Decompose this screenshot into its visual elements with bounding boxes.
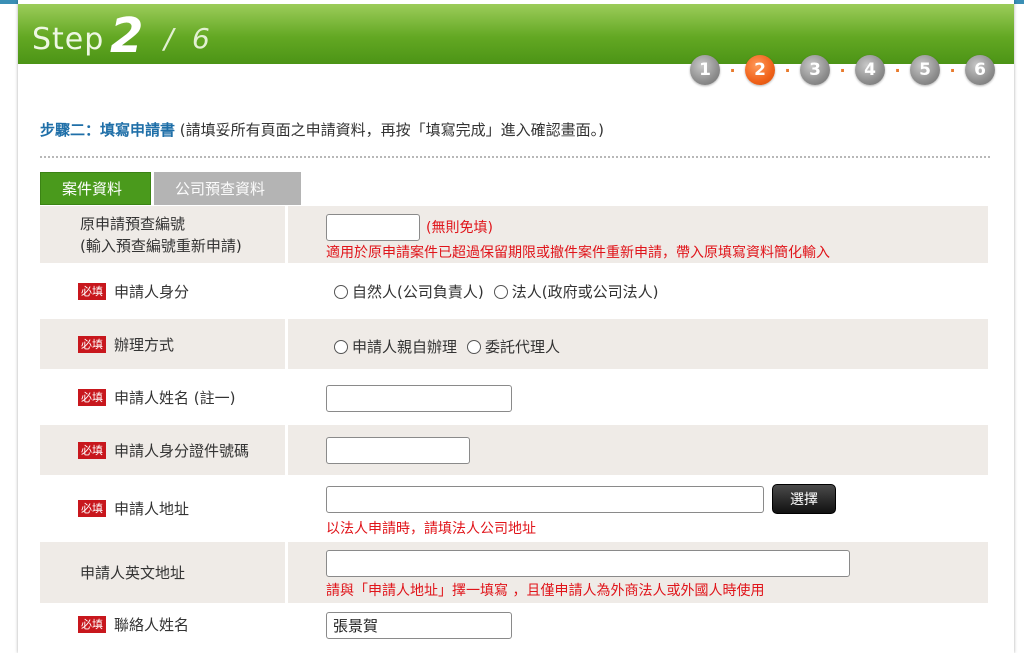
step-separator: ·: [894, 60, 901, 80]
prev-app-label-line1: 原申請預查編號: [80, 214, 186, 233]
identity-option-legal[interactable]: 法人(政府或公司法人): [512, 281, 659, 302]
form-row-method: 必填 辦理方式 申請人親自辦理 委託代理人: [40, 319, 988, 372]
method-option-self[interactable]: 申請人親自辦理: [352, 336, 457, 357]
step-separator: ·: [839, 60, 846, 80]
section-heading: 步驟二：填寫申請書 (請填妥所有頁面之申請資料，再按「填寫完成」進入確認畫面。): [40, 119, 990, 140]
step-dot-3: 3: [800, 55, 830, 85]
method-radio-group: 申請人親自辦理 委託代理人: [334, 336, 570, 357]
contact-label: 必填 聯絡人姓名: [40, 606, 288, 643]
identity-radio-natural[interactable]: [334, 284, 348, 299]
total-steps: 6: [192, 22, 210, 55]
address-field: 選擇 以法人申請時，請填法人公司地址: [288, 478, 988, 539]
section-note: (請填妥所有頁面之申請資料，再按「填寫完成」進入確認畫面。): [179, 121, 605, 139]
en-address-label: 申請人英文地址: [40, 542, 288, 603]
id-number-field: [288, 425, 988, 475]
prev-app-usage-hint: 適用於原申請案件已超過保留期限或撤件案件重新申請，帶入原填寫資料簡化輸入: [326, 245, 830, 261]
prev-app-optional-hint: (無則免填): [426, 220, 493, 236]
step-separator: ·: [949, 60, 956, 80]
prev-app-number-input[interactable]: [326, 214, 420, 241]
contact-name-input[interactable]: [326, 612, 512, 639]
step-separator: ·: [784, 60, 791, 80]
address-select-button[interactable]: 選擇: [772, 484, 836, 514]
step-word: Step: [32, 22, 105, 57]
required-badge: 必填: [78, 335, 106, 353]
contact-label-text: 聯絡人姓名: [114, 616, 190, 634]
id-number-label-text: 申請人身分證件號碼: [114, 441, 250, 460]
step-separator: ·: [729, 60, 736, 80]
required-badge: 必填: [78, 388, 106, 406]
identity-label: 必填 申請人身分: [40, 266, 288, 316]
method-radio-self[interactable]: [334, 339, 348, 354]
method-radio-agent[interactable]: [467, 339, 482, 354]
step-dot-6: 6: [965, 55, 995, 85]
section-title: 步驟二：填寫申請書: [40, 121, 176, 139]
step-progress-indicator: 1 · 2 · 3 · 4 · 5 · 6: [690, 54, 1010, 86]
step-dot-1: 1: [690, 55, 720, 85]
prev-app-field: (無則免填) 適用於原申請案件已超過保留期限或撤件案件重新申請，帶入原填寫資料簡…: [288, 206, 988, 263]
method-field: 申請人親自辦理 委託代理人: [288, 319, 988, 369]
address-label-text: 申請人地址: [114, 500, 190, 518]
step-dot-4: 4: [855, 55, 885, 85]
form-row-name: 必填 申請人姓名 (註一): [40, 372, 988, 425]
form-row-contact: 必填 聯絡人姓名: [40, 606, 988, 646]
address-hint: 以法人申請時，請填法人公司地址: [326, 521, 536, 537]
form-row-prev-app: 原申請預查編號 (輸入預查編號重新申請) (無則免填) 適用於原申請案件已超過保…: [40, 206, 988, 266]
prev-app-label-line2: (輸入預查編號重新申請): [80, 236, 242, 255]
application-form: 原申請預查編號 (輸入預查編號重新申請) (無則免填) 適用於原申請案件已超過保…: [40, 206, 988, 646]
step-dot-2-active: 2: [745, 55, 775, 85]
form-row-identity: 必填 申請人身分 自然人(公司負責人) 法人(政府或公司法人): [40, 266, 988, 319]
tab-company-precheck[interactable]: 公司預查資料: [154, 172, 301, 205]
address-label: 必填 申請人地址: [40, 478, 288, 539]
identity-field: 自然人(公司負責人) 法人(政府或公司法人): [288, 266, 988, 316]
step-slash: /: [164, 22, 174, 55]
address-input[interactable]: [326, 486, 764, 513]
en-address-label-text: 申請人英文地址: [80, 564, 186, 582]
identity-option-natural[interactable]: 自然人(公司負責人): [352, 281, 484, 302]
form-row-address: 必填 申請人地址 選擇 以法人申請時，請填法人公司地址: [40, 478, 988, 542]
id-number-label: 必填 申請人身分證件號碼: [40, 425, 288, 475]
method-label: 必填 辦理方式: [40, 319, 288, 369]
en-address-hint: 請與「申請人地址」擇一填寫 ，且僅申請人為外商法人或外國人時使用: [326, 583, 765, 599]
en-address-input[interactable]: [326, 550, 850, 577]
method-option-agent[interactable]: 委託代理人: [485, 336, 560, 357]
name-label: 必填 申請人姓名 (註一): [40, 372, 288, 422]
required-badge: 必填: [78, 616, 106, 633]
en-address-field: 請與「申請人地址」擇一填寫 ，且僅申請人為外商法人或外國人時使用: [288, 542, 988, 603]
id-number-input[interactable]: [326, 437, 470, 464]
prev-app-label: 原申請預查編號 (輸入預查編號重新申請): [40, 206, 288, 263]
form-tabs: 案件資料 公司預查資料: [40, 172, 301, 205]
contact-field: [288, 606, 988, 643]
step-dot-5: 5: [910, 55, 940, 85]
name-field: [288, 372, 988, 422]
tab-case-data[interactable]: 案件資料: [40, 172, 151, 205]
identity-radio-group: 自然人(公司負責人) 法人(政府或公司法人): [334, 281, 668, 302]
applicant-name-input[interactable]: [326, 385, 512, 412]
form-row-id-number: 必填 申請人身分證件號碼: [40, 425, 988, 478]
dotted-divider: [40, 156, 990, 158]
name-label-text: 申請人姓名 (註一): [114, 388, 236, 407]
identity-label-text: 申請人身分: [114, 282, 190, 301]
required-badge: 必填: [78, 441, 106, 459]
form-row-en-address: 申請人英文地址 請與「申請人地址」擇一填寫 ，且僅申請人為外商法人或外國人時使用: [40, 542, 988, 606]
required-badge: 必填: [78, 500, 106, 517]
current-step-number: 2: [110, 8, 144, 64]
identity-radio-legal[interactable]: [493, 284, 508, 299]
required-badge: 必填: [78, 282, 106, 300]
method-label-text: 辦理方式: [114, 335, 175, 354]
